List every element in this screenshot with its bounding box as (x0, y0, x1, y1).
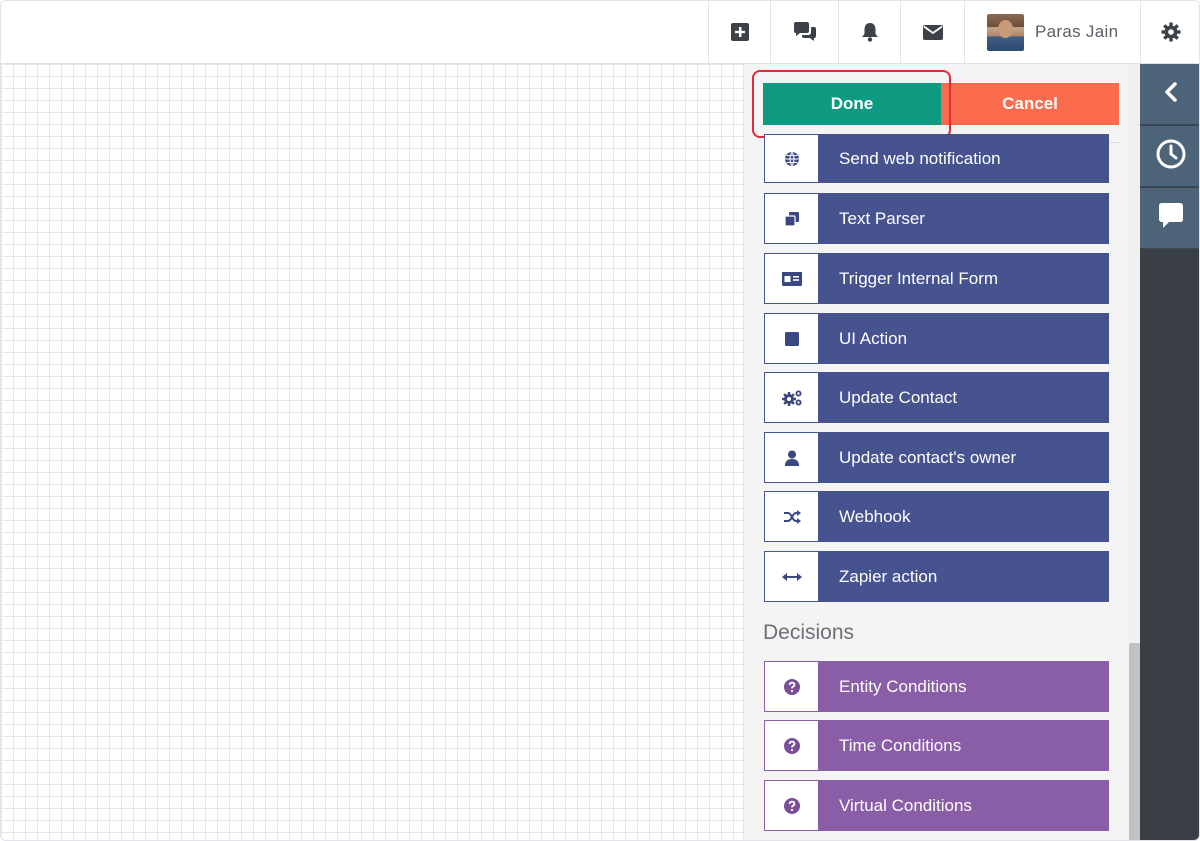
user-menu[interactable]: Paras Jain (964, 1, 1140, 63)
panel-actions: Done Cancel (763, 83, 1119, 125)
clock-icon (1156, 139, 1186, 174)
action-item-zapier-action[interactable]: Zapier action (764, 551, 1109, 602)
gear-icon (1161, 22, 1181, 42)
chat-button[interactable] (770, 1, 838, 63)
collapse-panel-button[interactable] (1140, 64, 1199, 125)
action-item-label: Zapier action (819, 551, 1109, 602)
panel-scrollbar-thumb[interactable] (1129, 643, 1140, 840)
question-circle-icon (764, 780, 819, 831)
action-item-label: Update contact's owner (819, 432, 1109, 483)
cancel-button[interactable]: Cancel (941, 83, 1119, 125)
notifications-button[interactable] (838, 1, 900, 63)
top-bar: Paras Jain (1, 1, 1199, 64)
user-name: Paras Jain (1035, 22, 1119, 41)
id-card-icon (764, 253, 819, 304)
avatar (987, 13, 1024, 51)
messages-button[interactable] (900, 1, 964, 63)
chevron-left-icon (1164, 81, 1178, 107)
decision-item-label: Virtual Conditions (819, 780, 1109, 831)
action-item-text-parser[interactable]: Text Parser (764, 193, 1109, 244)
decision-item-label: Entity Conditions (819, 661, 1109, 712)
action-item-label: Webhook (819, 491, 1109, 542)
action-item-webhook[interactable]: Webhook (764, 491, 1109, 542)
app-window: Paras Jain Done Cancel Send web notifica… (0, 0, 1200, 841)
settings-button[interactable] (1140, 1, 1199, 63)
chat-bubbles-icon (793, 22, 817, 42)
action-item-label: Update Contact (819, 372, 1109, 423)
comment-icon (1157, 202, 1185, 235)
comments-button[interactable] (1140, 188, 1199, 249)
action-item-label: Trigger Internal Form (819, 253, 1109, 304)
action-item-ui-action[interactable]: UI Action (764, 313, 1109, 364)
bell-icon (861, 22, 879, 42)
globe-icon (764, 134, 819, 183)
action-item-trigger-internal-form[interactable]: Trigger Internal Form (764, 253, 1109, 304)
done-button[interactable]: Done (763, 83, 941, 125)
action-item-label: Send web notification (819, 134, 1109, 183)
question-circle-icon (764, 661, 819, 712)
decision-item-virtual-conditions[interactable]: Virtual Conditions (764, 780, 1109, 831)
add-square-icon (730, 23, 749, 41)
shuffle-icon (764, 491, 819, 542)
add-button[interactable] (708, 1, 770, 63)
action-item-label: Text Parser (819, 193, 1109, 244)
decision-item-label: Time Conditions (819, 720, 1109, 771)
user-icon (764, 432, 819, 483)
decision-item-entity-conditions[interactable]: Entity Conditions (764, 661, 1109, 712)
copy-icon (764, 193, 819, 244)
envelope-icon (922, 24, 943, 40)
workflow-canvas[interactable] (1, 64, 743, 840)
history-button[interactable] (1140, 126, 1199, 187)
decision-item-time-conditions[interactable]: Time Conditions (764, 720, 1109, 771)
square-icon (764, 313, 819, 364)
action-item-update-contacts-owner[interactable]: Update contact's owner (764, 432, 1109, 483)
arrows-horizontal-icon (764, 551, 819, 602)
cogs-icon (764, 372, 819, 423)
action-item-update-contact[interactable]: Update Contact (764, 372, 1109, 423)
action-item-label: UI Action (819, 313, 1109, 364)
action-item-send-web-notification[interactable]: Send web notification (764, 134, 1109, 183)
question-circle-icon (764, 720, 819, 771)
decisions-heading: Decisions (763, 621, 855, 644)
